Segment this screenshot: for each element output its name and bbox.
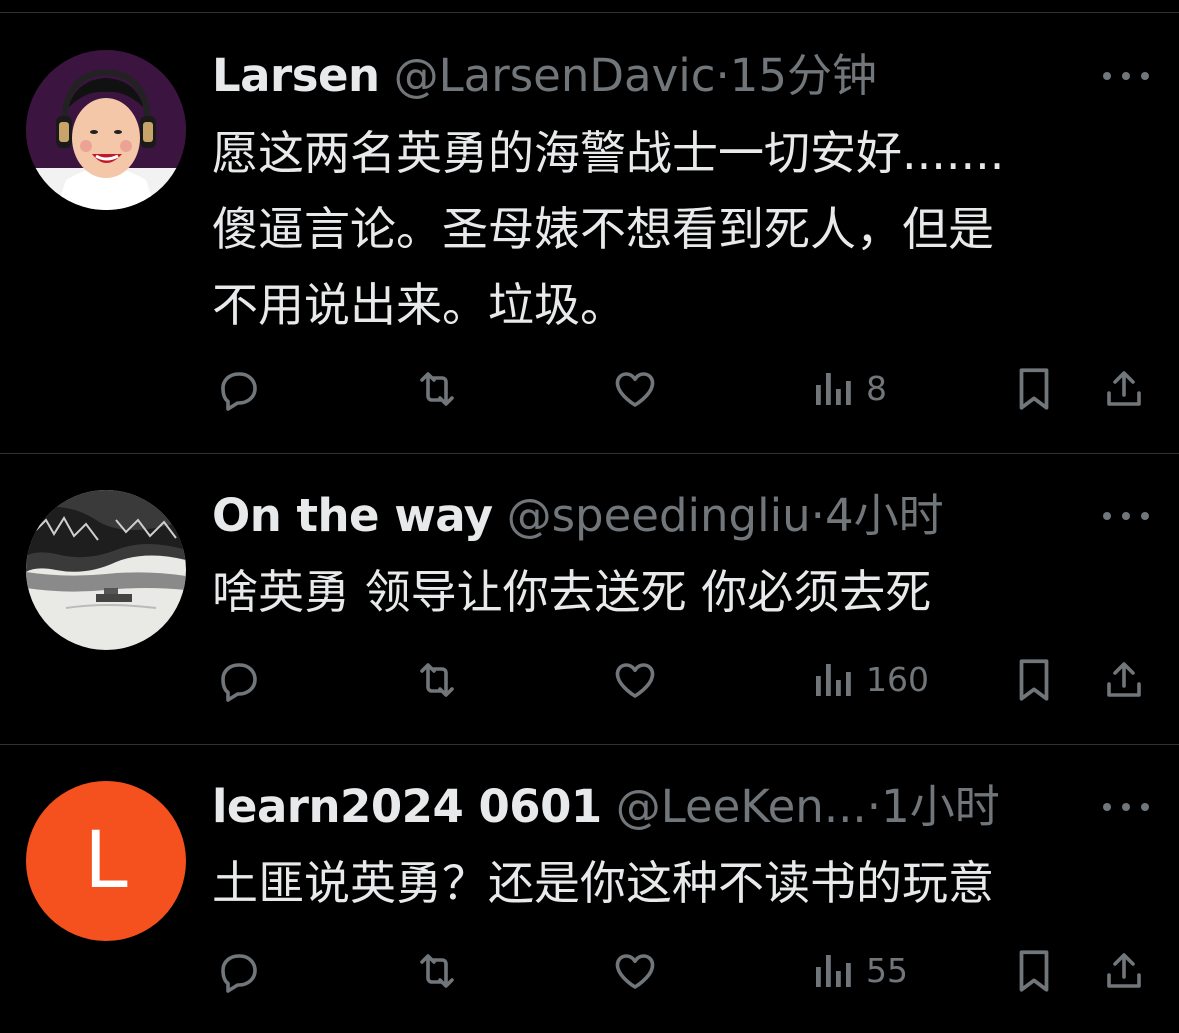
display-name[interactable]: On the way [212,489,493,542]
share-button[interactable] [1100,650,1148,710]
views-button[interactable]: 8 [812,359,887,419]
timestamp[interactable]: 15分钟 [730,49,877,102]
separator-dot: · [866,780,882,833]
tweet-reply[interactable]: L learn2024 0601 @LeeKen...·1小时 土匪说英勇？还是你… [0,745,1179,1033]
user-handle[interactable]: @speedingliu [507,489,811,542]
reply-button[interactable] [214,359,262,419]
retweet-icon [412,365,462,413]
action-bar: 8 [212,359,1152,419]
bookmark-button[interactable] [1012,650,1056,710]
views-count: 55 [866,951,908,990]
more-dots-icon[interactable] [1103,797,1149,817]
retweet-button[interactable] [412,941,462,1001]
views-chart-icon [812,947,852,995]
heart-icon [610,365,660,413]
bookmark-button[interactable] [1012,941,1056,1001]
avatar[interactable]: L [26,781,186,941]
share-icon [1100,947,1148,995]
separator-dot: · [810,489,825,542]
bookmark-icon [1012,946,1056,996]
heart-icon [610,947,660,995]
heart-icon [610,656,660,704]
reply-icon [214,656,262,704]
more-dots-icon[interactable] [1103,506,1149,526]
more-dots-icon[interactable] [1103,66,1149,86]
avatar[interactable] [26,50,186,210]
bookmark-icon [1012,364,1056,414]
retweet-icon [412,947,462,995]
tweet-text: 愿这两名英勇的海警战士一切安好....... 傻逼言论。圣母婊不想看到死人，但是… [212,126,1005,332]
tweet-header: Larsen @LarsenDavic·15分钟 [212,46,1109,106]
views-count: 160 [866,660,929,699]
action-bar: 160 [212,650,1152,710]
views-count: 8 [866,369,887,408]
share-icon [1100,656,1148,704]
bookmark-icon [1012,655,1056,705]
timestamp[interactable]: 4小时 [825,489,944,542]
display-name[interactable]: learn2024 0601 [212,780,602,833]
retweet-button[interactable] [412,359,462,419]
views-chart-icon [812,365,852,413]
tweet-text: 土匪说英勇？还是你这种不读书的玩意 [212,856,994,910]
reply-button[interactable] [214,941,262,1001]
views-button[interactable]: 160 [812,650,929,710]
retweet-icon [412,656,462,704]
like-button[interactable] [610,359,660,419]
retweet-button[interactable] [412,650,462,710]
avatar-letter: L [84,816,128,906]
like-button[interactable] [610,650,660,710]
reply-icon [214,365,262,413]
timestamp[interactable]: 1小时 [881,780,1000,833]
action-bar: 55 [212,941,1152,1001]
separator-dot: · [715,49,730,102]
display-name[interactable]: Larsen [212,49,380,102]
bookmark-button[interactable] [1012,359,1056,419]
user-handle[interactable]: @LarsenDavic [394,49,716,102]
like-button[interactable] [610,941,660,1001]
share-button[interactable] [1100,359,1148,419]
user-handle[interactable]: @LeeKen... [616,780,867,833]
tweet-reply[interactable]: On the way @speedingliu·4小时 啥英勇 领导让你去送死 你… [0,454,1179,745]
share-button[interactable] [1100,941,1148,1001]
views-button[interactable]: 55 [812,941,908,1001]
reply-button[interactable] [214,650,262,710]
reply-icon [214,947,262,995]
views-chart-icon [812,656,852,704]
tweet-reply[interactable]: Larsen @LarsenDavic·15分钟 愿这两名英勇的海警战士一切安好.… [0,13,1179,454]
tweet-header: On the way @speedingliu·4小时 [212,486,1109,546]
avatar[interactable] [26,490,186,650]
tweet-text: 啥英勇 领导让你去送死 你必须去死 [212,565,932,619]
tweet-header: learn2024 0601 @LeeKen...·1小时 [212,777,1109,837]
share-icon [1100,365,1148,413]
